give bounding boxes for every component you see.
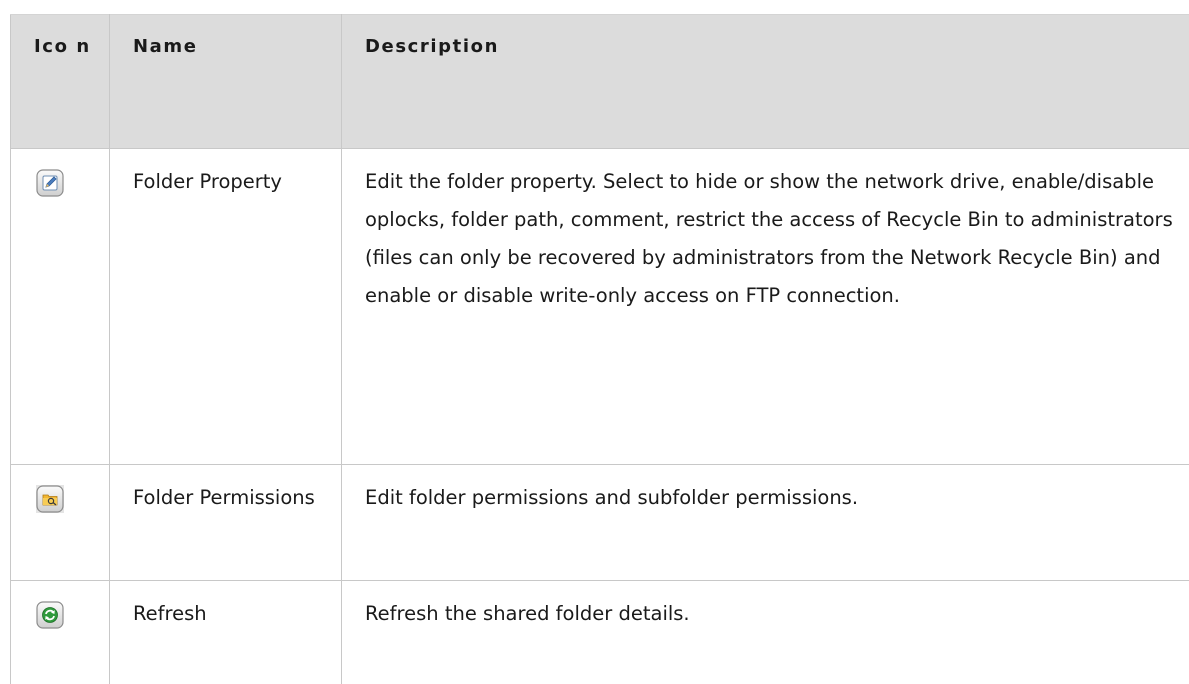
table-row: Folder Property Edit the folder property… <box>11 149 1189 465</box>
row-description: Edit folder permissions and subfolder pe… <box>342 465 1189 581</box>
header-icon: Ico n <box>11 15 110 149</box>
folder-permissions-icon <box>36 485 64 513</box>
refresh-icon <box>36 601 64 629</box>
table-row: Refresh Refresh the shared folder detail… <box>11 581 1189 684</box>
icon-reference-table-container: Ico n Name Description <box>10 14 1189 684</box>
row-description: Refresh the shared folder details. <box>342 581 1189 684</box>
row-name: Folder Property <box>110 149 342 465</box>
icon-cell <box>11 465 110 581</box>
row-name: Refresh <box>110 581 342 684</box>
table-row: Folder Permissions Edit folder permissio… <box>11 465 1189 581</box>
header-description: Description <box>342 15 1189 149</box>
table-header-row: Ico n Name Description <box>11 15 1189 149</box>
row-description: Edit the folder property. Select to hide… <box>342 149 1189 465</box>
header-name: Name <box>110 15 342 149</box>
icon-reference-table: Ico n Name Description <box>10 14 1189 684</box>
edit-pencil-icon <box>36 169 64 197</box>
icon-cell <box>11 581 110 684</box>
row-name: Folder Permissions <box>110 465 342 581</box>
icon-cell <box>11 149 110 465</box>
